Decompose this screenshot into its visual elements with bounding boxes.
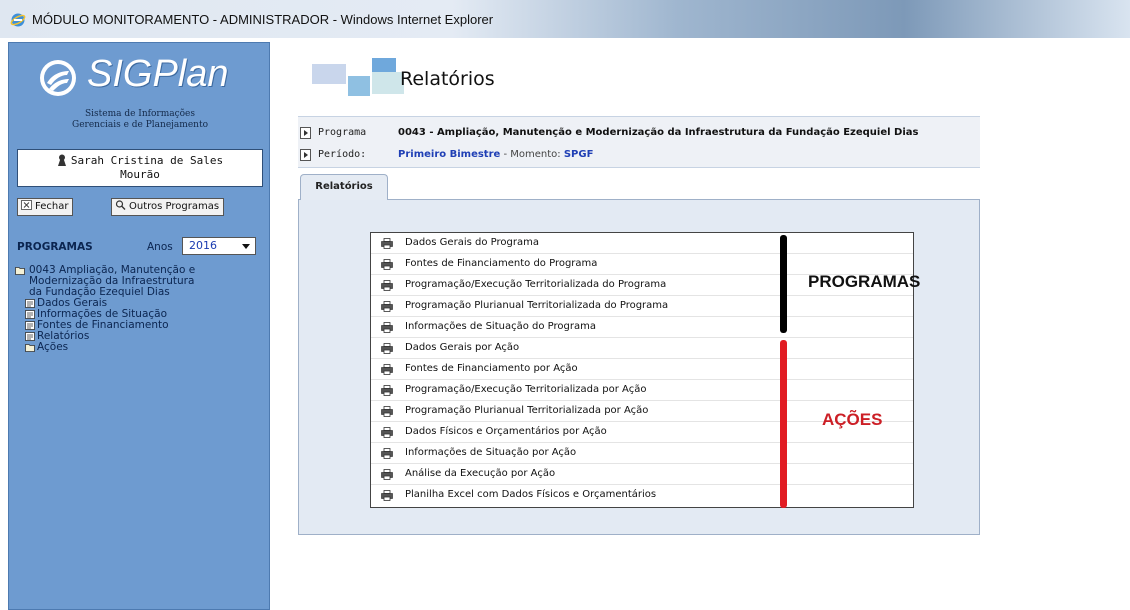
report-label: Informações de Situação do Programa: [405, 321, 596, 332]
annotation-programas: PROGRAMAS: [808, 272, 921, 291]
printer-icon: [381, 238, 393, 249]
printer-icon: [381, 364, 393, 375]
programa-value: 0043 - Ampliação, Manutenção e Moderniza…: [398, 127, 919, 138]
report-item[interactable]: Dados Gerais do Programa: [371, 233, 913, 254]
report-label: Dados Físicos e Orçamentários por Ação: [405, 426, 607, 437]
printer-icon: [381, 427, 393, 438]
ano-select[interactable]: 2016: [182, 237, 256, 255]
open-folder-icon: [15, 267, 25, 275]
ano-label: Anos: [147, 241, 173, 253]
report-label: Informações de Situação por Ação: [405, 447, 577, 458]
sidebar: SIGPlan Sistema de Informações Gerenciai…: [8, 42, 270, 610]
printer-icon: [381, 280, 393, 291]
programa-row: Programa 0043 - Ampliação, Manutenção e …: [298, 123, 980, 143]
program-info: Programa 0043 - Ampliação, Manutenção e …: [298, 116, 980, 168]
user-name-line1: Sarah Cristina de Sales: [70, 154, 224, 167]
outros-programas-label: Outros Programas: [129, 201, 220, 212]
report-label: Dados Gerais por Ação: [405, 342, 520, 353]
tree-root-program[interactable]: 0043 Ampliação, Manutenção e Modernizaçã…: [15, 265, 271, 298]
periodo-label: Período:: [318, 149, 367, 160]
expand-arrow-icon[interactable]: [300, 127, 311, 139]
report-item[interactable]: Dados Gerais por Ação: [371, 338, 913, 359]
printer-icon: [381, 259, 393, 270]
user-icon: [57, 154, 66, 166]
system-subtitle: Sistema de Informações Gerenciais e de P…: [9, 109, 271, 131]
report-item[interactable]: Informações de Situação do Programa: [371, 317, 913, 338]
subtitle-line2: Gerenciais e de Planejamento: [72, 120, 208, 130]
report-label: Dados Gerais do Programa: [405, 237, 539, 248]
acoes-bracket-bar: [780, 340, 787, 508]
document-icon: [25, 332, 35, 341]
report-label: Programação Plurianual Territorializada …: [405, 405, 649, 416]
tree-item-acoes[interactable]: Ações: [15, 342, 271, 353]
periodo-momento: Primeiro Bimestre - Momento: SPGF: [398, 145, 593, 165]
document-icon: [25, 310, 35, 319]
printer-icon: [381, 469, 393, 480]
report-label: Fontes de Financiamento por Ação: [405, 363, 578, 374]
user-box: Sarah Cristina de Sales Mourão: [17, 149, 263, 187]
fechar-button[interactable]: Fechar: [17, 198, 74, 216]
header-decoration-icon: [312, 58, 404, 96]
fechar-label: Fechar: [35, 201, 69, 212]
printer-icon: [381, 301, 393, 312]
report-label: Programação Plurianual Territorializada …: [405, 300, 669, 311]
folder-icon: [25, 344, 35, 352]
periodo-row: Período: Primeiro Bimestre - Momento: SP…: [298, 145, 980, 165]
report-item[interactable]: Programação/Execução Territorializada po…: [371, 380, 913, 401]
window-titlebar: MÓDULO MONITORAMENTO - ADMINISTRADOR - W…: [0, 0, 1130, 38]
report-item[interactable]: Análise da Execução por Ação: [371, 464, 913, 485]
printer-icon: [381, 406, 393, 417]
annotation-acoes: AÇÕES: [822, 410, 883, 429]
logo-text: SIGPlan: [87, 53, 229, 95]
printer-icon: [381, 343, 393, 354]
report-item[interactable]: Planilha Excel com Dados Físicos e Orçam…: [371, 485, 913, 506]
subtitle-line1: Sistema de Informações: [84, 109, 196, 119]
printer-icon: [381, 385, 393, 396]
printer-icon: [381, 490, 393, 501]
sigplan-swirl-icon: [40, 60, 76, 96]
report-label: Programação/Execução Territorializada do…: [405, 279, 667, 290]
periodo-value: Primeiro Bimestre: [398, 149, 501, 160]
programas-header: PROGRAMAS Anos 2016: [17, 237, 267, 257]
report-item[interactable]: Informações de Situação por Ação: [371, 443, 913, 464]
page-title: Relatórios: [400, 68, 495, 90]
printer-icon: [381, 322, 393, 333]
ano-value: 2016: [189, 239, 217, 252]
document-icon: [25, 299, 35, 308]
report-label: Fontes de Financiamento do Programa: [405, 258, 598, 269]
momento-value: SPGF: [563, 149, 594, 160]
report-item[interactable]: Programação Plurianual Territorializada …: [371, 296, 913, 317]
program-tree: 0043 Ampliação, Manutenção e Modernizaçã…: [15, 265, 271, 353]
close-window-icon: [21, 200, 32, 210]
window-title: MÓDULO MONITORAMENTO - ADMINISTRADOR - W…: [32, 12, 494, 27]
user-name-line2: Mourão: [120, 168, 160, 181]
report-label: Programação/Execução Territorializada po…: [405, 384, 647, 395]
programas-bracket-bar: [780, 235, 787, 333]
document-icon: [25, 321, 35, 330]
report-item[interactable]: Fontes de Financiamento por Ação: [371, 359, 913, 380]
sigplan-logo: SIGPlan: [37, 53, 257, 103]
report-label: Análise da Execução por Ação: [405, 468, 556, 479]
internet-explorer-icon: [10, 13, 26, 27]
programas-label: PROGRAMAS: [17, 241, 93, 253]
programa-label: Programa: [318, 127, 367, 138]
search-icon: [115, 200, 126, 210]
momento-separator: - Momento:: [500, 149, 564, 160]
printer-icon: [381, 448, 393, 459]
tree-item-label: Ações: [37, 341, 69, 353]
tab-relatorios[interactable]: Relatórios: [300, 174, 388, 200]
outros-programas-button[interactable]: Outros Programas: [111, 198, 225, 216]
report-label: Planilha Excel com Dados Físicos e Orçam…: [405, 489, 657, 500]
expand-arrow-icon[interactable]: [300, 149, 311, 161]
chevron-down-icon: [242, 244, 250, 249]
